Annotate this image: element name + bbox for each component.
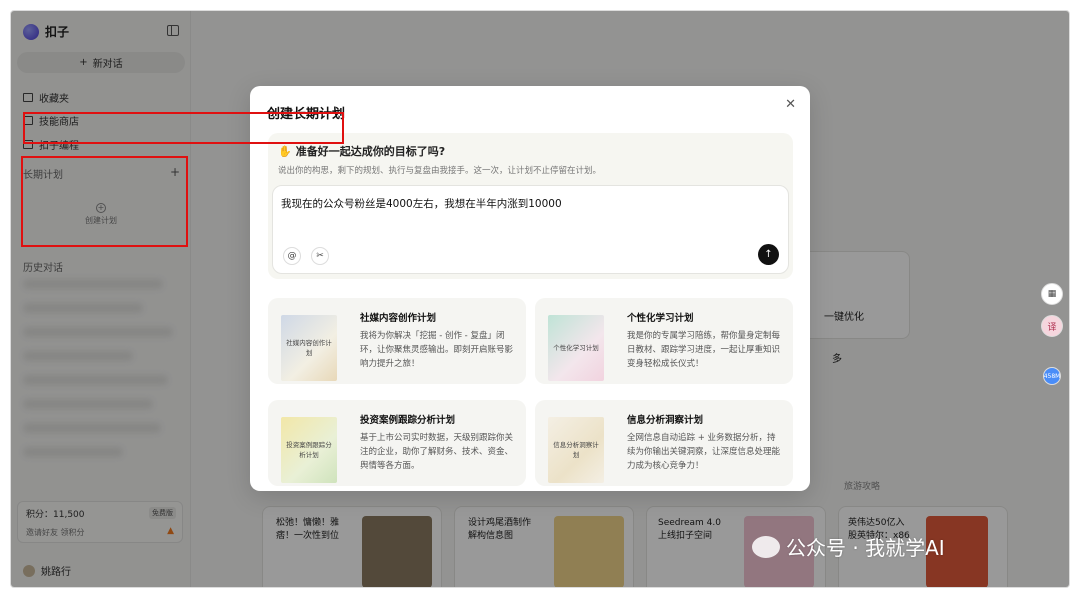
template-card-learning[interactable]: 个性化学习计划 个性化学习计划 我是你的专属学习陪练，帮你量身定制每日教材、跟踪… xyxy=(535,298,793,384)
prompt-panel: ✋ 准备好一起达成你的目标了吗? 说出你的构思，剩下的规划、执行与复盘由我接手。这… xyxy=(268,133,793,279)
template-cover: 社媒内容创作计划 xyxy=(281,315,337,381)
template-title: 信息分析洞察计划 xyxy=(627,415,704,426)
apps-icon[interactable]: ▦ xyxy=(1041,283,1063,305)
send-button[interactable]: ↑ xyxy=(758,244,779,265)
template-desc: 基于上市公司实时数据，天级别跟踪你关注的企业，助你了解财务、技术、资金、舆情等各… xyxy=(360,433,514,471)
prompt-title-text: 准备好一起达成你的目标了吗? xyxy=(295,145,446,158)
template-title: 投资案例跟踪分析计划 xyxy=(360,415,456,426)
translate-icon[interactable]: 译 xyxy=(1041,315,1063,337)
right-toolbar: ▦ 译 458M xyxy=(1041,283,1063,385)
template-card-insight[interactable]: 信息分析洞察计划 信息分析洞察计划 全网信息自动追踪 + 业务数据分析，持续为你… xyxy=(535,400,793,486)
watermark: 公众号 · 我就学AI xyxy=(752,532,945,561)
template-cover: 投资案例跟踪分析计划 xyxy=(281,417,337,483)
wave-hand-icon: ✋ xyxy=(278,145,292,158)
template-desc: 我将为你解决「挖掘 - 创作 - 复盘」闭环，让你聚焦灵感输出。即刻开启账号影响… xyxy=(360,331,514,369)
template-card-investment[interactable]: 投资案例跟踪分析计划 投资案例跟踪分析计划 基于上市公司实时数据，天级别跟踪你关… xyxy=(268,400,526,486)
template-desc: 我是你的专属学习陪练，帮你量身定制每日教材、跟踪学习进度，一起让厚重知识变身轻松… xyxy=(627,331,781,369)
watermark-text: 公众号 · 我就学AI xyxy=(786,536,945,560)
template-cover: 信息分析洞察计划 xyxy=(548,417,604,483)
count-badge[interactable]: 458M xyxy=(1043,367,1061,385)
attachment-icon[interactable]: ✂ xyxy=(311,247,329,265)
template-desc: 全网信息自动追踪 + 业务数据分析，持续为你输出关键洞察，让深度信息处理能力成为… xyxy=(627,433,781,471)
highlight-box-long-term-plans xyxy=(21,156,188,247)
template-title: 个性化学习计划 xyxy=(627,313,694,324)
template-card-social[interactable]: 社媒内容创作计划 社媒内容创作计划 我将为你解决「挖掘 - 创作 - 复盘」闭环… xyxy=(268,298,526,384)
goal-input-value: 我现在的公众号粉丝是4000左右，我想在半年内涨到10000 xyxy=(281,198,562,210)
prompt-title: ✋ 准备好一起达成你的目标了吗? xyxy=(278,143,445,159)
mention-icon[interactable]: @ xyxy=(283,247,301,265)
template-cover: 个性化学习计划 xyxy=(548,315,604,381)
wechat-icon xyxy=(752,535,780,558)
highlight-box-goal-input xyxy=(23,112,344,144)
prompt-subtitle: 说出你的构思，剩下的规划、执行与复盘由我接手。这一次，让计划不止停留在计划。 xyxy=(278,166,602,176)
create-plan-modal: 创建长期计划 ✕ ✋ 准备好一起达成你的目标了吗? 说出你的构思，剩下的规划、执行… xyxy=(250,86,810,491)
close-icon[interactable]: ✕ xyxy=(785,97,796,112)
goal-input[interactable]: 我现在的公众号粉丝是4000左右，我想在半年内涨到10000 @ ✂ ↑ xyxy=(272,185,789,274)
template-title: 社媒内容创作计划 xyxy=(360,313,437,324)
